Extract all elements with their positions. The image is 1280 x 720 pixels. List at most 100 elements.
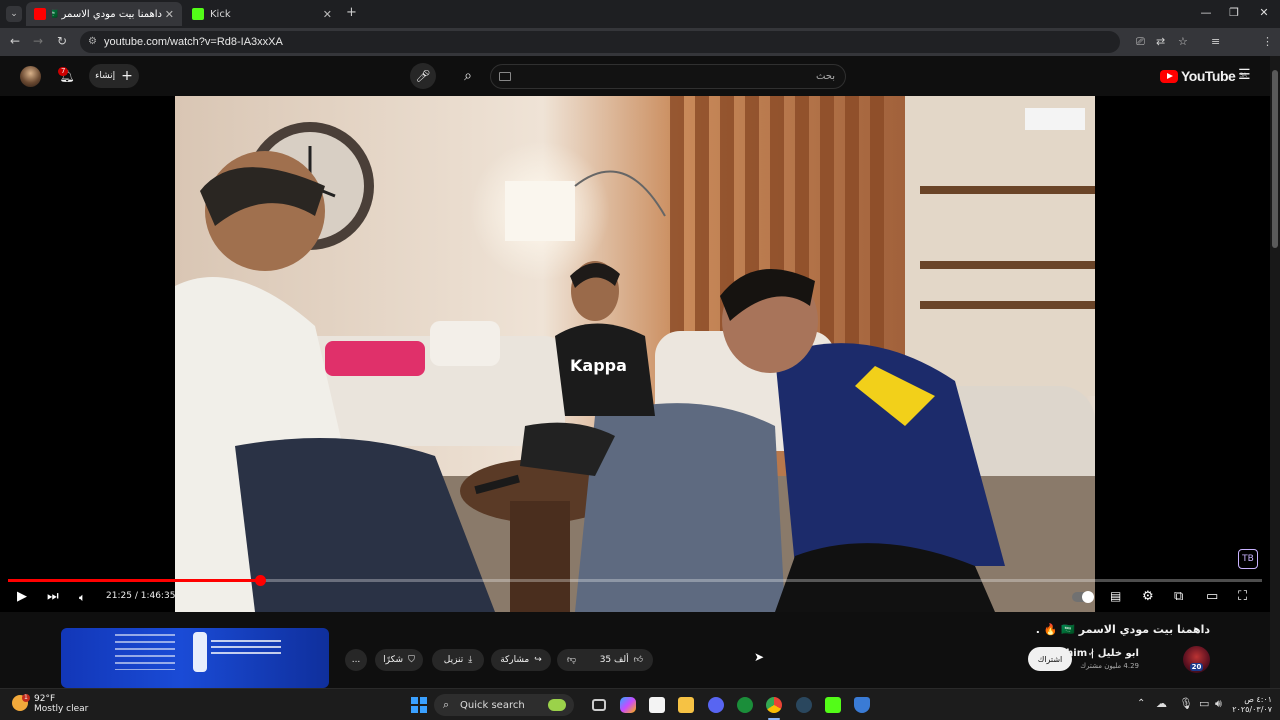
new-tab-button[interactable]: +	[346, 5, 357, 20]
thanks-label: شكرًا	[383, 655, 404, 665]
share-label: مشاركة	[500, 655, 530, 665]
video-player[interactable]: Kappa TB ▶ ⏭︎ 🔈︎ 21:25 / 1:46:35 ▤ ⚙ ⧉ ▭…	[0, 96, 1270, 612]
weather-description: Mostly clear	[34, 704, 89, 714]
video-info-section: داهمنا بيت مودي الاسمر 🇸🇦 🔥 . ... شكرًا …	[0, 612, 1270, 688]
scrollbar-thumb[interactable]	[1272, 70, 1278, 248]
close-window-icon[interactable]: ✕	[1254, 6, 1274, 19]
play-icon[interactable]: ▶	[17, 589, 27, 604]
kappa-shirt-text: Kappa	[570, 356, 627, 375]
share-button[interactable]: مشاركة ↪	[491, 649, 551, 671]
site-info-icon[interactable]: ⚙	[88, 36, 97, 47]
next-icon[interactable]: ⏭︎	[47, 589, 59, 604]
youtube-logo-text: YouTube	[1181, 68, 1236, 84]
system-clock[interactable]: ٤:٠١ ص ٢٠٢٥/٠٣/٠٧	[1232, 695, 1272, 715]
reading-list-icon[interactable]: ≡	[1211, 35, 1220, 48]
windows-taskbar: 1 92°F Mostly clear ⌕ Quick search ⌃ ☁ 🎙…	[0, 688, 1280, 720]
bookmark-star-icon[interactable]: ☆	[1178, 35, 1188, 48]
ad-product-image	[193, 632, 207, 672]
tab-title: Kick	[210, 8, 231, 20]
hamburger-menu-icon[interactable]: ☰	[1238, 67, 1251, 83]
subscriber-count: 4.29 مليون مشترك	[1080, 662, 1139, 670]
miniplayer-icon[interactable]: ⧉	[1174, 589, 1183, 604]
like-dislike-group: 👎︎ 35 ألف 👍︎	[557, 649, 653, 671]
close-tab-icon[interactable]: ✕	[323, 8, 332, 21]
subtitles-icon[interactable]: ▤	[1110, 589, 1121, 603]
create-button[interactable]: إنشاء +	[89, 64, 139, 88]
close-tab-icon[interactable]: ✕	[165, 8, 174, 21]
address-bar[interactable]: ⚙ youtube.com/watch?v=Rd8-IA3xxXA	[80, 31, 1120, 53]
current-time: 21:25	[106, 591, 132, 601]
file-explorer-icon[interactable]	[678, 697, 694, 713]
microphone-icon[interactable]: 🎙︎	[1179, 697, 1193, 710]
more-label: ...	[351, 655, 361, 665]
channel-name[interactable]: ابو خليل | Ibrahim	[1044, 648, 1139, 659]
speaker-icon[interactable]: 🔊︎	[1215, 697, 1222, 711]
tab-title: داهمنا بيت مودي الاسمر 🇸🇦 |	[52, 8, 162, 20]
dislike-icon[interactable]: 👎︎	[567, 655, 576, 665]
security-shield-icon[interactable]	[854, 697, 870, 713]
more-actions-button[interactable]: ...	[345, 649, 367, 671]
settings-gear-icon[interactable]: ⚙	[1142, 589, 1154, 604]
time-display: 21:25 / 1:46:35	[106, 591, 175, 601]
xbox-icon[interactable]	[737, 697, 753, 713]
tab-kick[interactable]: Kick ✕	[184, 2, 340, 26]
account-avatar[interactable]	[20, 66, 41, 87]
steam-icon[interactable]	[796, 697, 812, 713]
fullscreen-icon[interactable]: ⛶	[1238, 589, 1247, 604]
taskbar-search-label: Quick search	[460, 699, 525, 711]
search-placeholder: بحث	[815, 71, 835, 82]
start-tile	[411, 706, 418, 713]
taskbar-search-box[interactable]: ⌕ Quick search	[434, 694, 574, 716]
task-view-icon[interactable]	[592, 699, 606, 711]
keyboard-icon[interactable]	[499, 72, 511, 81]
progress-scrubber[interactable]	[254, 575, 266, 586]
progress-played	[8, 579, 260, 582]
back-icon[interactable]: ←	[7, 34, 23, 48]
reload-icon[interactable]: ↻	[54, 34, 70, 48]
translate-icon[interactable]: ⇄	[1156, 35, 1165, 48]
weather-widget[interactable]: 1 92°F Mostly clear	[10, 694, 88, 714]
minimize-icon[interactable]: —	[1196, 6, 1216, 19]
store-icon[interactable]	[649, 697, 665, 713]
duration: 1:46:35	[140, 591, 176, 601]
start-tile	[411, 697, 418, 704]
notifications-bell-icon[interactable]: 🔔︎	[54, 63, 80, 89]
volume-icon[interactable]: 🔈︎	[79, 591, 86, 605]
like-count: 35 ألف	[599, 655, 629, 665]
search-icon[interactable]: ⌕	[455, 63, 481, 89]
video-title: داهمنا بيت مودي الاسمر 🇸🇦 🔥 .	[1035, 623, 1210, 636]
like-button[interactable]: 35 ألف 👍︎	[600, 655, 643, 665]
maximize-icon[interactable]: ❐	[1224, 6, 1244, 19]
discord-icon[interactable]	[708, 697, 724, 713]
forward-icon[interactable]: →	[30, 34, 46, 48]
menu-kebab-icon[interactable]: ⋮	[1262, 35, 1273, 48]
tab-youtube[interactable]: داهمنا بيت مودي الاسمر 🇸🇦 | ✕	[26, 2, 182, 26]
theater-mode-icon[interactable]: ▭	[1206, 589, 1218, 604]
cast-icon[interactable]: ⎚	[1136, 35, 1145, 49]
ad-text-block-right	[211, 640, 281, 656]
chrome-icon[interactable]	[766, 697, 782, 713]
start-tile	[420, 706, 427, 713]
kick-app-icon[interactable]	[825, 697, 841, 713]
youtube-logo[interactable]: YouTube SA	[1160, 68, 1247, 84]
autoplay-toggle[interactable]	[1072, 591, 1094, 603]
tab-search-button[interactable]: ⌄	[6, 6, 22, 22]
browser-toolbar: ← → ↻ ⚙ youtube.com/watch?v=Rd8-IA3xxXA …	[0, 28, 1280, 76]
onedrive-cloud-icon[interactable]: ☁	[1156, 697, 1167, 710]
progress-bar[interactable]	[8, 575, 1262, 586]
channel-avatar[interactable]: 20	[1183, 646, 1210, 673]
voice-search-icon[interactable]: 🎤︎	[410, 63, 436, 89]
search-input[interactable]: بحث	[490, 64, 846, 89]
sponsored-ad-banner[interactable]	[61, 628, 329, 688]
video-frame[interactable]: Kappa	[175, 96, 1095, 612]
thanks-button[interactable]: شكرًا ⛉	[375, 649, 423, 671]
youtube-play-icon	[1160, 69, 1178, 83]
ad-text-block-left	[115, 634, 175, 670]
show-hidden-icons-icon[interactable]: ⌃	[1137, 698, 1145, 709]
download-button[interactable]: تنزيل ⤓	[432, 649, 484, 671]
page-scrollbar[interactable]	[1270, 56, 1280, 688]
copilot-icon[interactable]	[620, 697, 636, 713]
windows-start-icon[interactable]	[411, 697, 427, 713]
network-icon[interactable]: ▭	[1199, 697, 1209, 710]
video-still-image: Kappa	[175, 96, 1095, 612]
